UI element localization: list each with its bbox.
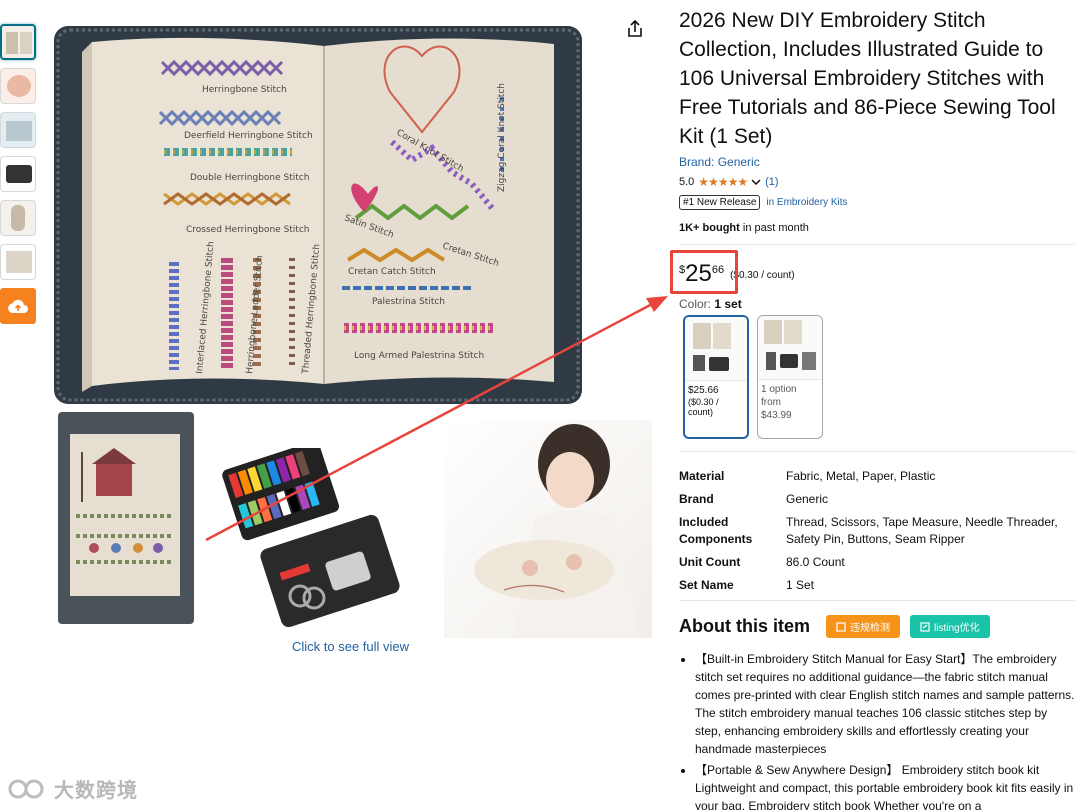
brand-link[interactable]: Brand: Generic xyxy=(679,155,1075,169)
share-icon[interactable] xyxy=(624,18,646,40)
spec-table: Material Fabric, Metal, Paper, Plastic B… xyxy=(679,468,1075,594)
best-seller-row: #1 New Release in Embroidery Kits xyxy=(679,195,1075,210)
bought-count-rest: in past month xyxy=(739,222,809,234)
thumbnail-3[interactable] xyxy=(0,112,36,148)
price-highlight-box xyxy=(670,250,738,294)
color-selector-label: Color: 1 set xyxy=(679,297,1075,311)
rating-count-link[interactable]: (1) xyxy=(765,176,778,188)
divider xyxy=(679,451,1075,452)
divider xyxy=(679,244,1075,245)
spec-key: Unit Count xyxy=(679,555,741,569)
color-label: Color: xyxy=(679,297,715,311)
about-title: About this item xyxy=(679,616,810,636)
full-view-link[interactable]: Click to see full view xyxy=(292,639,409,654)
swatch-price: $43.99 xyxy=(761,410,792,421)
stitch-label: Zigzag Coral Knot Stitch xyxy=(497,83,507,192)
violation-check-label: 违规检测 xyxy=(850,623,890,634)
spec-value: Thread, Scissors, Tape Measure, Needle T… xyxy=(786,515,1058,546)
swatch-unit-price: ($0.30 / count) xyxy=(688,397,719,417)
product-details: 2026 New DIY Embroidery Stitch Collectio… xyxy=(679,6,1075,810)
new-release-badge: #1 New Release xyxy=(679,195,761,210)
thumbnail-6[interactable] xyxy=(0,244,36,280)
swatch-image xyxy=(758,316,822,380)
listing-optimize-button[interactable]: listing优化 xyxy=(910,615,990,638)
swatch-image xyxy=(685,317,747,381)
swatch-from-label: from xyxy=(761,397,781,408)
swatch-price: $25.66 xyxy=(688,385,719,396)
swatch-option-1[interactable]: $25.66 ($0.30 / count) xyxy=(683,315,749,439)
thumbnail-5[interactable] xyxy=(0,200,36,236)
spec-row: Material Fabric, Metal, Paper, Plastic xyxy=(679,468,1075,485)
stitch-label: Long Armed Palestrina Stitch xyxy=(354,351,484,361)
violation-check-button[interactable]: 违规检测 xyxy=(826,615,900,638)
about-bullet: 【Portable & Sew Anywhere Design】 Embroid… xyxy=(695,761,1075,810)
stitch-label: Palestrina Stitch xyxy=(372,297,445,307)
chevron-down-icon[interactable] xyxy=(751,178,761,186)
rating-row: 5.0 ★★★★★ (1) xyxy=(679,175,1075,189)
watermark-text: 大数跨境 xyxy=(54,780,138,802)
main-product-image[interactable]: Herringbone Stitch Deerfield Herringbone… xyxy=(52,22,584,408)
spec-value: Generic xyxy=(786,492,829,506)
price-row: $ 25 66 ($0.30 / count) xyxy=(679,261,1075,287)
stitch-label: Herringbone Stitch xyxy=(202,85,287,95)
watermark: 大数跨境 xyxy=(8,774,138,803)
sewing-kit-image[interactable] xyxy=(220,448,400,628)
spec-value: Fabric, Metal, Paper, Plastic xyxy=(786,469,936,483)
star-rating-icon[interactable]: ★★★★★ xyxy=(698,175,748,189)
thumbnail-1[interactable] xyxy=(0,24,36,60)
spec-key: Material xyxy=(679,469,725,483)
spec-key: Included Components xyxy=(679,515,753,546)
spec-row: Set Name 1 Set xyxy=(679,577,1075,594)
spec-row: Included Components Thread, Scissors, Ta… xyxy=(679,514,1075,548)
about-bullet: 【Built-in Embroidery Stitch Manual for E… xyxy=(695,650,1075,758)
rating-value: 5.0 xyxy=(679,176,695,188)
spec-row: Brand Generic xyxy=(679,491,1075,508)
cloud-upload-icon xyxy=(8,299,28,313)
divider xyxy=(679,600,1075,601)
arrow-head-icon xyxy=(646,296,668,312)
product-title: 2026 New DIY Embroidery Stitch Collectio… xyxy=(679,9,1056,148)
stitch-label: Crossed Herringbone Stitch xyxy=(186,225,310,235)
check-doc-icon xyxy=(836,621,846,632)
listing-optimize-label: listing优化 xyxy=(934,623,980,634)
swatch-option-2[interactable]: 1 option from $43.99 xyxy=(757,315,823,439)
spec-value: 1 Set xyxy=(786,578,815,592)
spec-key: Set Name xyxy=(679,578,734,592)
sampler-image[interactable] xyxy=(58,412,194,624)
bought-count-bold: 1K+ bought xyxy=(679,222,740,234)
stitch-label: Double Herringbone Stitch xyxy=(190,173,309,183)
category-link[interactable]: in Embroidery Kits xyxy=(766,197,847,208)
thumbnail-4[interactable] xyxy=(0,156,36,192)
thumbnail-strip xyxy=(0,24,40,324)
watermark-logo-icon xyxy=(8,779,44,798)
spec-row: Unit Count 86.0 Count xyxy=(679,554,1075,571)
color-value: 1 set xyxy=(714,297,742,311)
swatch-option-count: 1 option xyxy=(761,384,797,395)
stitch-label: Cretan Catch Stitch xyxy=(348,267,436,277)
thumbnail-2[interactable] xyxy=(0,68,36,104)
color-swatches: $25.66 ($0.30 / count) 1 option from $43… xyxy=(683,315,1075,439)
stitch-label: Deerfield Herringbone Stitch xyxy=(184,131,313,141)
cloud-upload-button[interactable] xyxy=(0,288,36,324)
about-bullets: 【Built-in Embroidery Stitch Manual for E… xyxy=(679,650,1075,810)
about-section-header: About this item 违规检测 listing优化 xyxy=(679,615,1075,638)
lifestyle-image[interactable] xyxy=(444,420,652,638)
spec-key: Brand xyxy=(679,492,714,506)
price-per-unit: ($0.30 / count) xyxy=(730,270,795,281)
bought-count: 1K+ bought in past month xyxy=(679,222,1075,234)
spec-value: 86.0 Count xyxy=(786,555,845,569)
edit-doc-icon xyxy=(920,621,930,632)
